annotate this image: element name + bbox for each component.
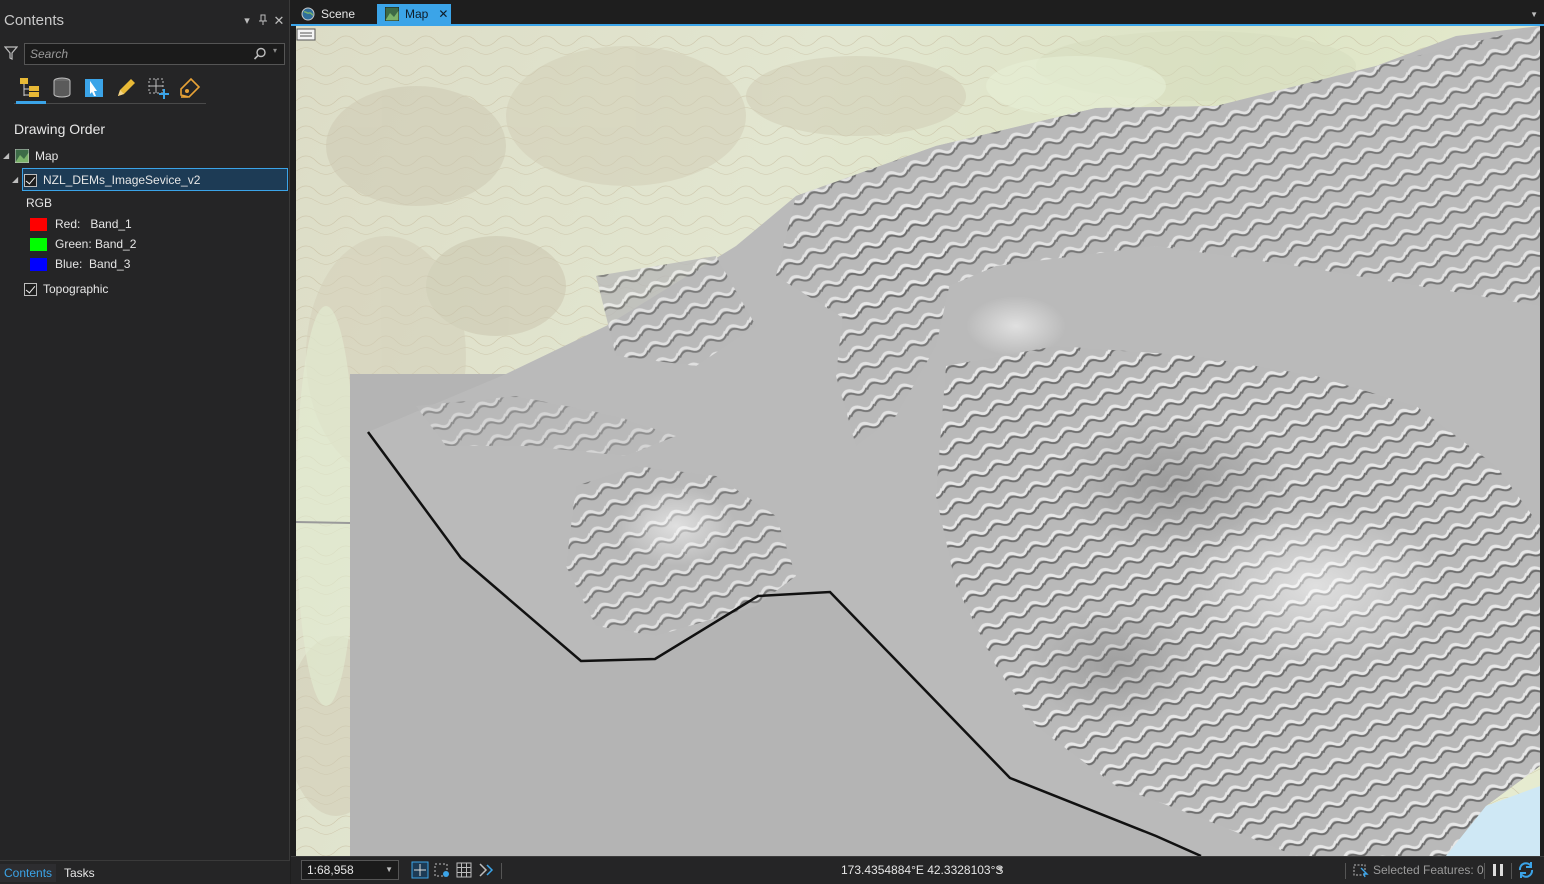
close-tab-icon[interactable]: ✕ [438,7,448,21]
band-legend-green: Green: Band_2 [30,234,136,254]
contents-view-toolbar [14,74,206,104]
red-swatch [30,217,47,231]
pause-icon[interactable] [1489,861,1507,879]
map-canvas[interactable] [296,26,1540,856]
list-by-data-source-button[interactable] [48,74,74,102]
band-label: Green: Band_2 [55,237,137,251]
close-icon[interactable]: ✕ [272,14,286,28]
search-field[interactable]: ▾ [24,43,285,65]
status-separator [1345,863,1346,879]
selection-icon [85,79,103,97]
view-tab-strip: Scene Map ✕ ▼ [291,4,1544,26]
layer-label: Topographic [43,282,109,296]
map-icon [385,7,399,21]
tab-list-chevron-icon[interactable]: ▼ [1530,10,1538,19]
globe-icon [301,7,315,21]
tab-map[interactable]: Map ✕ [377,4,451,24]
refresh-icon[interactable] [1517,861,1535,879]
map-node[interactable]: ◢ Map [3,146,58,166]
selected-features-count: Selected Features: 0 [1373,863,1484,877]
status-bar: 1:68,958 ▼ 173.4354884°E 42.3328103°S ▼ … [291,856,1544,884]
search-input[interactable] [25,44,245,64]
map-scale-dropdown[interactable]: 1:68,958 ▼ [301,860,399,880]
scale-value: 1:68,958 [307,863,354,877]
band-legend-blue: Blue: Band_3 [30,254,130,274]
blue-swatch [30,257,47,271]
map-icon [15,149,29,163]
filter-icon[interactable] [4,46,18,60]
band-legend-red: Red: Band_1 [30,214,132,234]
pane-bottom-tabs: Contents Tasks [0,860,290,884]
list-by-selection-button[interactable] [80,74,106,102]
list-by-snapping-button[interactable] [144,74,170,102]
layer-label: NZL_DEMs_ImageSevice_v2 [43,173,201,187]
tab-tasks[interactable]: Tasks [60,864,99,882]
grid-icon[interactable] [455,861,473,879]
status-separator [1511,863,1512,879]
pin-icon[interactable] [256,14,270,28]
drawing-order-heading: Drawing Order [14,121,106,137]
band-label: Blue: Band_3 [55,257,131,271]
map-rendering [296,26,1540,856]
renderer-label: RGB [26,196,53,210]
search-options-chevron-icon[interactable]: ▾ [273,46,277,55]
correction-icon[interactable] [477,861,495,879]
selection-tool-icon[interactable] [1352,861,1370,879]
pencil-icon [118,79,135,96]
list-by-editing-button[interactable] [112,74,138,102]
contents-header: Contents ▾ ✕ [0,4,290,34]
snapping-icon [148,78,169,99]
status-separator [1484,863,1485,879]
scale-chevron-icon[interactable]: ▼ [385,861,393,879]
layer-visibility-checkbox[interactable] [24,282,37,296]
labeling-icon [180,77,201,98]
tab-scene[interactable]: Scene [293,4,373,24]
coordinate-format-chevron-icon[interactable]: ▼ [996,864,1005,874]
pane-title: Contents [4,12,65,29]
tab-contents[interactable]: Contents [0,864,57,882]
map-tips-icon[interactable] [296,26,316,42]
search-icon[interactable] [253,47,267,61]
layer-dem-image-service[interactable]: ◢ NZL_DEMs_ImageSevice_v2 [12,170,200,190]
database-icon [53,77,71,98]
status-separator [501,863,502,879]
layer-topographic[interactable]: Topographic [24,279,108,299]
contents-pane: Contents ▾ ✕ ▾ [0,0,290,884]
cursor-coordinates: 173.4354884°E 42.3328103°S [841,863,1004,877]
drawing-order-icon [20,78,39,97]
navigation-grid-icon[interactable] [411,861,429,879]
collapse-chevron-icon[interactable]: ◢ [3,152,11,160]
list-by-labeling-button[interactable] [176,74,202,102]
list-by-drawing-order-button[interactable] [16,74,46,104]
band-label: Red: Band_1 [55,217,132,231]
pane-options-chevron-icon[interactable]: ▾ [240,14,254,28]
snapping-toggle-icon[interactable] [433,861,451,879]
green-swatch [30,237,47,251]
collapse-chevron-icon[interactable]: ◢ [12,176,20,184]
map-label: Map [35,149,59,163]
layer-visibility-checkbox[interactable] [24,173,37,187]
